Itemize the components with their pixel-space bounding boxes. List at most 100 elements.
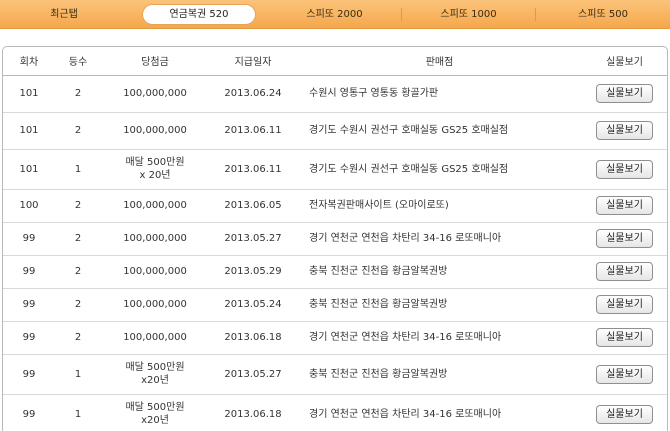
cell-round: 99 bbox=[3, 222, 55, 256]
cell-prize: 매달 500만원 x 20년 bbox=[101, 149, 209, 190]
table-row: 99 1 매달 500만원 x20년 2013.05.27 충북 진천군 진천읍 황금알복… bbox=[3, 354, 667, 395]
cell-round: 101 bbox=[3, 75, 55, 113]
cell-view: 실물보기 bbox=[582, 321, 667, 355]
cell-view: 실물보기 bbox=[582, 288, 667, 322]
prize-line: x 20년 bbox=[139, 170, 171, 181]
table-row: 99 2 100,000,000 2013.06.18 경기 연천군 연천읍 차탄리 3… bbox=[3, 321, 667, 355]
view-ticket-button[interactable]: 실물보기 bbox=[596, 196, 653, 215]
cell-rank: 2 bbox=[55, 321, 101, 355]
cell-date: 2013.06.18 bbox=[209, 321, 297, 355]
table-row: 99 2 100,000,000 2013.05.29 충북 진천군 진천읍 황금알복권… bbox=[3, 255, 667, 289]
cell-round: 101 bbox=[3, 112, 55, 150]
view-ticket-button[interactable]: 실물보기 bbox=[596, 404, 653, 424]
cell-round: 100 bbox=[3, 189, 55, 223]
header-view: 실물보기 bbox=[582, 47, 667, 76]
cell-prize: 100,000,000 bbox=[101, 255, 209, 289]
cell-round: 101 bbox=[3, 149, 55, 190]
cell-rank: 2 bbox=[55, 288, 101, 322]
prize-line: 100,000,000 bbox=[123, 266, 187, 277]
tab-recent[interactable]: 최근탭 bbox=[0, 0, 128, 29]
cell-rank: 1 bbox=[55, 354, 101, 395]
tab-speetto-1000[interactable]: 스피또 1000 bbox=[402, 0, 535, 29]
cell-date: 2013.06.18 bbox=[209, 394, 297, 431]
cell-date: 2013.05.29 bbox=[209, 255, 297, 289]
cell-shop: 경기도 수원시 권선구 호매실동 GS25 호매실점 bbox=[297, 112, 582, 150]
cell-rank: 1 bbox=[55, 394, 101, 431]
cell-date: 2013.06.11 bbox=[209, 112, 297, 150]
cell-rank: 2 bbox=[55, 75, 101, 113]
table-row: 99 2 100,000,000 2013.05.27 경기 연천군 연천읍 차탄리 3… bbox=[3, 222, 667, 256]
cell-view: 실물보기 bbox=[582, 149, 667, 190]
cell-round: 99 bbox=[3, 288, 55, 322]
prize-line: 매달 500만원 bbox=[125, 157, 185, 168]
view-ticket-button[interactable]: 실물보기 bbox=[596, 159, 653, 179]
view-ticket-button[interactable]: 실물보기 bbox=[596, 262, 653, 281]
view-ticket-button[interactable]: 실물보기 bbox=[596, 364, 653, 384]
tab-bar: 최근탭 연금복권 520 스피또 2000 스피또 1000 스피또 500 bbox=[0, 0, 670, 29]
cell-view: 실물보기 bbox=[582, 75, 667, 113]
cell-prize: 100,000,000 bbox=[101, 288, 209, 322]
cell-prize: 매달 500만원 x20년 bbox=[101, 394, 209, 431]
cell-round: 99 bbox=[3, 255, 55, 289]
cell-date: 2013.05.24 bbox=[209, 288, 297, 322]
cell-rank: 2 bbox=[55, 112, 101, 150]
prize-line: x20년 bbox=[141, 415, 169, 426]
table-row: 100 2 100,000,000 2013.06.05 전자복권판매사이트 (오마이로… bbox=[3, 189, 667, 223]
cell-round: 99 bbox=[3, 321, 55, 355]
cell-view: 실물보기 bbox=[582, 222, 667, 256]
prize-line: 매달 500만원 bbox=[125, 402, 185, 413]
cell-shop: 충북 진천군 진천읍 황금알복권방 bbox=[297, 288, 582, 322]
cell-shop: 경기 연천군 연천읍 차탄리 34-16 로또매니아 bbox=[297, 394, 582, 431]
cell-shop: 충북 진천군 진천읍 황금알복권방 bbox=[297, 255, 582, 289]
table-row: 99 2 100,000,000 2013.05.24 충북 진천군 진천읍 황금알복권… bbox=[3, 288, 667, 322]
cell-shop: 경기도 수원시 권선구 호매실동 GS25 호매실점 bbox=[297, 149, 582, 190]
cell-view: 실물보기 bbox=[582, 255, 667, 289]
cell-date: 2013.06.24 bbox=[209, 75, 297, 113]
prize-line: 100,000,000 bbox=[123, 299, 187, 310]
header-shop: 판매점 bbox=[297, 47, 582, 76]
cell-shop: 경기 연천군 연천읍 차탄리 34-16 로또매니아 bbox=[297, 222, 582, 256]
cell-shop: 충북 진천군 진천읍 황금알복권방 bbox=[297, 354, 582, 395]
cell-date: 2013.06.11 bbox=[209, 149, 297, 190]
view-ticket-button[interactable]: 실물보기 bbox=[596, 328, 653, 347]
cell-shop: 전자복권판매사이트 (오마이로또) bbox=[297, 189, 582, 223]
cell-shop: 경기 연천군 연천읍 차탄리 34-16 로또매니아 bbox=[297, 321, 582, 355]
cell-prize: 100,000,000 bbox=[101, 112, 209, 150]
cell-prize: 100,000,000 bbox=[101, 222, 209, 256]
cell-rank: 1 bbox=[55, 149, 101, 190]
cell-view: 실물보기 bbox=[582, 189, 667, 223]
cell-date: 2013.06.05 bbox=[209, 189, 297, 223]
header-prize: 당첨금 bbox=[101, 47, 209, 76]
view-ticket-button[interactable]: 실물보기 bbox=[596, 84, 653, 103]
prize-line: 100,000,000 bbox=[123, 200, 187, 211]
view-ticket-button[interactable]: 실물보기 bbox=[596, 229, 653, 248]
cell-view: 실물보기 bbox=[582, 394, 667, 431]
table-row: 101 1 매달 500만원 x 20년 2013.06.11 경기도 수원시 권선구 호… bbox=[3, 149, 667, 190]
cell-rank: 2 bbox=[55, 222, 101, 256]
cell-rank: 2 bbox=[55, 189, 101, 223]
tab-pension-520[interactable]: 연금복권 520 bbox=[143, 5, 255, 24]
cell-round: 99 bbox=[3, 394, 55, 431]
header-rank: 등수 bbox=[55, 47, 101, 76]
cell-view: 실물보기 bbox=[582, 112, 667, 150]
view-ticket-button[interactable]: 실물보기 bbox=[596, 295, 653, 314]
cell-prize: 100,000,000 bbox=[101, 189, 209, 223]
prize-line: 100,000,000 bbox=[123, 233, 187, 244]
cell-shop: 수원시 영통구 영통동 황골가판 bbox=[297, 75, 582, 113]
cell-prize: 100,000,000 bbox=[101, 321, 209, 355]
cell-rank: 2 bbox=[55, 255, 101, 289]
prize-line: x20년 bbox=[141, 375, 169, 386]
cell-date: 2013.05.27 bbox=[209, 222, 297, 256]
prize-line: 100,000,000 bbox=[123, 125, 187, 136]
prize-line: 100,000,000 bbox=[123, 88, 187, 99]
prize-line: 매달 500만원 bbox=[125, 362, 185, 373]
table-row: 101 2 100,000,000 2013.06.24 수원시 영통구 영통동 황골가… bbox=[3, 75, 667, 113]
view-ticket-button[interactable]: 실물보기 bbox=[596, 121, 653, 140]
tab-speetto-500[interactable]: 스피또 500 bbox=[536, 0, 670, 29]
cell-prize: 매달 500만원 x20년 bbox=[101, 354, 209, 395]
cell-prize: 100,000,000 bbox=[101, 75, 209, 113]
winners-table: 회차 등수 당첨금 지급일자 판매점 실물보기 101 2 100,000,000 2… bbox=[2, 46, 668, 431]
header-round: 회차 bbox=[3, 47, 55, 76]
tab-speetto-2000[interactable]: 스피또 2000 bbox=[268, 0, 401, 29]
table-header-row: 회차 등수 당첨금 지급일자 판매점 실물보기 bbox=[3, 47, 667, 76]
